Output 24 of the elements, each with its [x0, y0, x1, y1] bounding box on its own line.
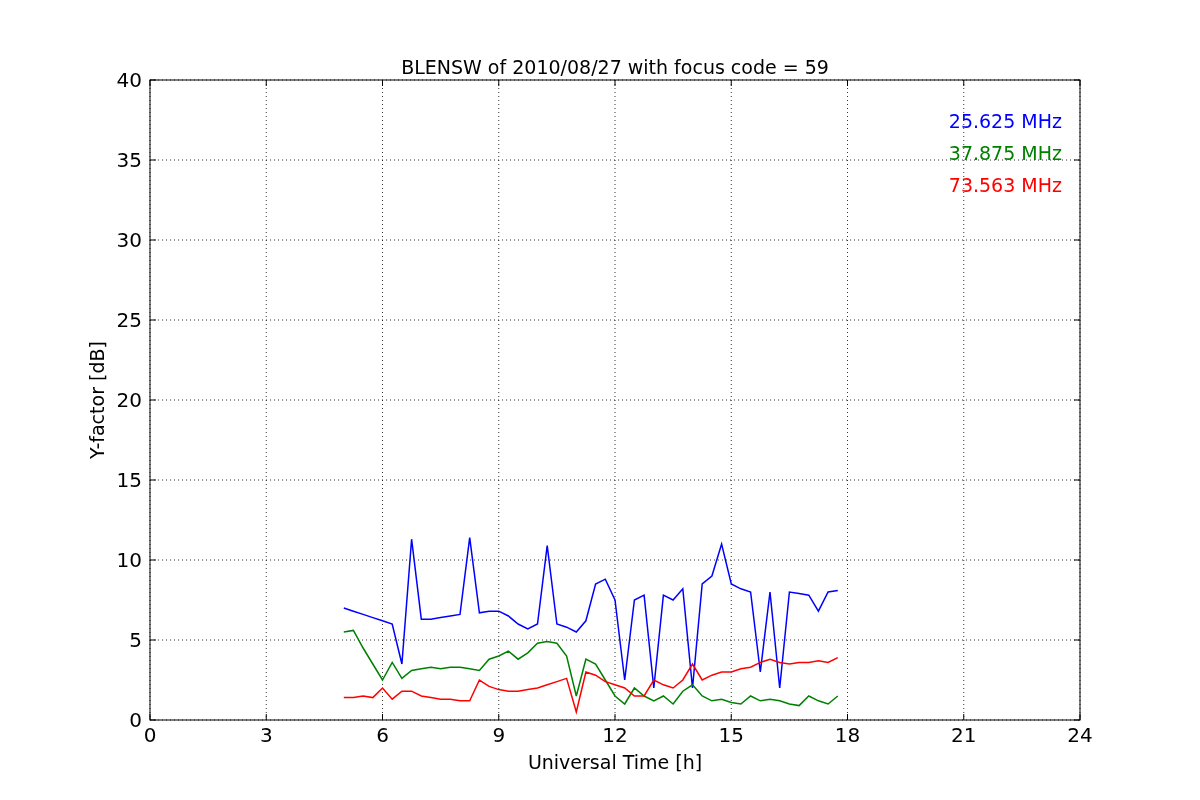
tick-label: 0 — [143, 723, 157, 747]
tick-label: 35 — [116, 148, 142, 172]
tick-label: 40 — [116, 68, 142, 92]
tick-label: 18 — [834, 723, 861, 747]
tick-label: 25 — [116, 308, 142, 332]
legend-label: 73.563 MHz — [948, 174, 1062, 196]
axis-label: Y-factor [dB] — [86, 341, 108, 459]
tick-label: 15 — [718, 723, 744, 747]
tick-label: 20 — [116, 388, 142, 412]
tick-label: 10 — [116, 548, 142, 572]
tick-label: 24 — [1067, 723, 1093, 747]
tick-label: 6 — [376, 723, 389, 747]
tick-label: 5 — [129, 628, 142, 652]
tick-label: 21 — [951, 723, 977, 747]
tick-label: 15 — [116, 468, 142, 492]
tick-label: 30 — [116, 228, 142, 252]
tick-label: 9 — [492, 723, 506, 747]
tick-label: 0 — [129, 708, 142, 732]
legend-label: 25.625 MHz — [948, 110, 1062, 132]
tick-label: 12 — [602, 723, 628, 747]
chart-title: BLENSW of 2010/08/27 with focus code = 59 — [401, 56, 829, 78]
legend-label: 37.875 MHz — [948, 142, 1062, 164]
axis-label: Universal Time [h] — [527, 751, 703, 773]
tick-label: 3 — [259, 723, 273, 747]
